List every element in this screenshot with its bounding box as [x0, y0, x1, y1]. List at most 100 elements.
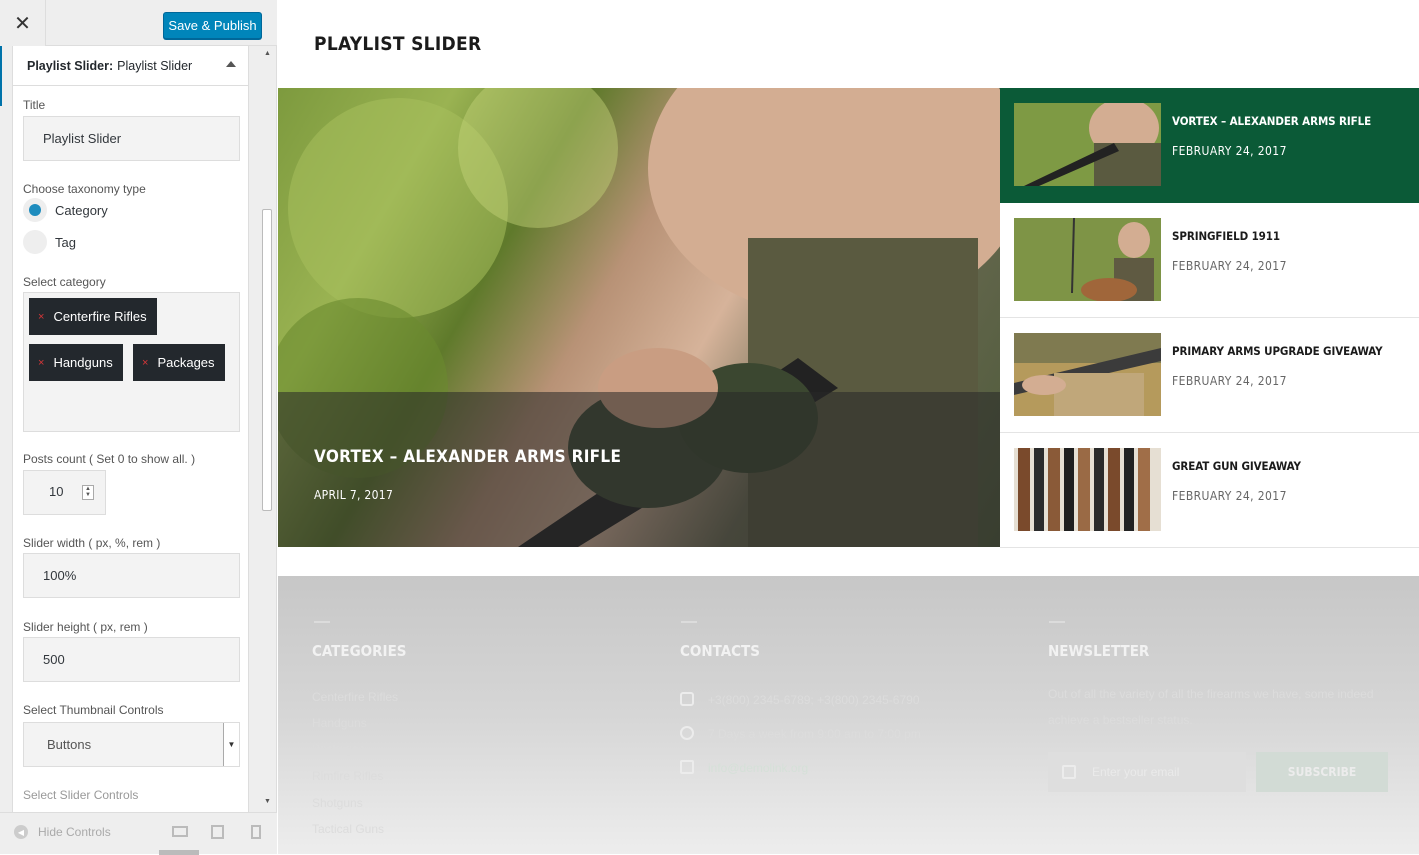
footer-link[interactable]: Handguns — [312, 716, 367, 730]
footer-divider — [314, 621, 330, 623]
thumbnail-controls-value: Buttons — [47, 737, 92, 752]
scrollbar-thumb[interactable] — [262, 209, 272, 511]
category-tag-label: Handguns — [53, 355, 113, 370]
desktop-icon[interactable] — [172, 826, 188, 837]
collapse-left-icon: ◀ — [14, 825, 28, 839]
mobile-icon[interactable] — [251, 825, 261, 839]
slider-height-input[interactable]: 500 — [23, 637, 240, 682]
remove-tag-icon[interactable]: × — [38, 311, 44, 323]
radio-tag[interactable]: Tag — [23, 230, 76, 254]
radio-tag-label: Tag — [55, 234, 76, 250]
playlist-item-date: FEBRUARY 24, 2017 — [1172, 374, 1287, 388]
categories-heading: CATEGORIES — [312, 642, 407, 660]
playlist-item-date: FEBRUARY 24, 2017 — [1172, 489, 1287, 503]
playlist-item-title: VORTEX – ALEXANDER ARMS RIFLE — [1172, 114, 1372, 128]
hide-controls-button[interactable]: ◀ Hide Controls — [14, 825, 111, 839]
customizer-footer: ◀ Hide Controls — [0, 812, 277, 855]
close-icon: ✕ — [14, 12, 31, 35]
footer-divider — [681, 621, 697, 623]
playlist-item-title: GREAT GUN GIVEAWAY — [1172, 459, 1301, 473]
contact-phone: +3(800) 2345-6789; +3(800) 2345-6790 — [708, 693, 920, 707]
category-tag-label: Centerfire Rifles — [53, 309, 147, 324]
newsletter-text: Out of all the variety of all the firear… — [1048, 687, 1374, 701]
customizer-header: ✕ Save & Publish — [0, 0, 277, 46]
contacts-heading: CONTACTS — [680, 642, 760, 660]
contact-email[interactable]: info@demolink.org — [708, 761, 808, 775]
scroll-down-icon[interactable]: ▼ — [264, 798, 271, 805]
newsletter-heading: NEWSLETTER — [1048, 642, 1150, 660]
playlist-item[interactable]: SPRINGFIELD 1911 FEBRUARY 24, 2017 — [1000, 203, 1419, 318]
thumbnail-controls-label: Select Thumbnail Controls — [23, 703, 164, 717]
subscribe-button[interactable]: SUBSCRIBE — [1256, 752, 1388, 792]
title-input[interactable]: Playlist Slider — [23, 116, 240, 161]
playlist: VORTEX – ALEXANDER ARMS RIFLE FEBRUARY 2… — [1000, 88, 1419, 548]
category-label: Select category — [23, 275, 106, 289]
taxonomy-label: Choose taxonomy type — [23, 182, 146, 196]
category-tag[interactable]: × Packages — [133, 344, 225, 381]
chevron-down-icon: ▼ — [223, 723, 239, 766]
site-preview: PLAYLIST SLIDER VORTEX – ALEXANDER ARMS … — [278, 0, 1419, 854]
radio-checked-icon — [23, 198, 47, 222]
slider-controls-label: Select Slider Controls — [23, 788, 139, 802]
playlist-thumbnail — [1014, 448, 1161, 531]
newsletter-text: achieve a bestseller status. — [1048, 713, 1193, 727]
save-publish-button[interactable]: Save & Publish — [163, 12, 262, 39]
clock-icon — [680, 726, 694, 740]
playlist-item-date: FEBRUARY 24, 2017 — [1172, 144, 1287, 158]
page-title: PLAYLIST SLIDER — [314, 33, 482, 55]
posts-count-stepper[interactable]: 10 ▲ ▼ — [23, 470, 106, 515]
slider-width-input[interactable]: 100% — [23, 553, 240, 598]
playlist-item-title: PRIMARY ARMS UPGRADE GIVEAWAY — [1172, 344, 1383, 358]
widget-panel: Playlist Slider: Playlist Slider Title P… — [12, 46, 249, 812]
widget-type: Playlist Slider: — [27, 58, 114, 73]
posts-count-label: Posts count ( Set 0 to show all. ) — [23, 452, 196, 466]
playlist-item[interactable]: GREAT GUN GIVEAWAY FEBRUARY 24, 2017 — [1000, 433, 1419, 548]
stepper-arrows-icon[interactable]: ▲ ▼ — [82, 485, 94, 500]
playlist-thumbnail — [1014, 333, 1161, 416]
footer-link[interactable]: Packages — [312, 742, 365, 756]
playlist-thumbnail — [1014, 103, 1161, 186]
widget-name: Playlist Slider — [117, 58, 193, 73]
customizer-scroll-area: Playlist Slider: Playlist Slider Title P… — [0, 46, 277, 812]
remove-tag-icon[interactable]: × — [142, 357, 148, 369]
footer-link[interactable]: Shotguns — [312, 796, 363, 810]
thumbnail-controls-select[interactable]: Buttons ▼ — [23, 722, 240, 767]
category-tag[interactable]: × Centerfire Rifles — [29, 298, 157, 335]
tablet-icon[interactable] — [211, 825, 224, 839]
footer-link[interactable]: Centerfire Rifles — [312, 690, 398, 704]
remove-tag-icon[interactable]: × — [38, 357, 44, 369]
slide-date: APRIL 7, 2017 — [314, 488, 394, 502]
collapse-arrow-icon[interactable] — [226, 61, 236, 67]
radio-category[interactable]: Category — [23, 198, 108, 222]
posts-count-value: 10 — [49, 484, 64, 499]
category-select-box[interactable]: × Centerfire Rifles × Handguns × Package… — [23, 292, 240, 432]
newsletter-email-input[interactable]: Enter your email — [1048, 752, 1246, 792]
playlist-item[interactable]: PRIMARY ARMS UPGRADE GIVEAWAY FEBRUARY 2… — [1000, 318, 1419, 433]
slider-height-label: Slider height ( px, rem ) — [23, 620, 148, 634]
slide-title[interactable]: VORTEX – ALEXANDER ARMS RIFLE — [314, 447, 621, 467]
slide-caption: VORTEX – ALEXANDER ARMS RIFLE APRIL 7, 2… — [278, 392, 1000, 547]
envelope-icon — [1062, 765, 1076, 779]
title-label: Title — [23, 98, 46, 112]
close-customizer-button[interactable]: ✕ — [0, 0, 46, 46]
radio-category-label: Category — [55, 202, 108, 218]
site-footer: CATEGORIES Centerfire Rifles Handguns Pa… — [278, 576, 1419, 854]
category-tag-label: Packages — [157, 355, 215, 370]
category-tag[interactable]: × Handguns — [29, 344, 123, 381]
scroll-up-icon[interactable]: ▲ — [264, 50, 271, 57]
newsletter-placeholder: Enter your email — [1092, 765, 1180, 779]
playlist-item-title: SPRINGFIELD 1911 — [1172, 229, 1280, 243]
playlist-item-date: FEBRUARY 24, 2017 — [1172, 259, 1287, 273]
widget-header[interactable]: Playlist Slider: Playlist Slider — [13, 46, 248, 86]
footer-divider — [1049, 621, 1065, 623]
sidebar-scrollbar[interactable]: ▲ ▼ — [260, 46, 274, 812]
phone-icon — [680, 692, 694, 706]
hide-controls-label: Hide Controls — [38, 825, 111, 839]
main-slide[interactable]: VORTEX – ALEXANDER ARMS RIFLE APRIL 7, 2… — [278, 88, 1000, 547]
footer-link[interactable]: Rimfire Rifles — [312, 769, 383, 783]
footer-link[interactable]: Tactical Guns — [312, 822, 384, 836]
slider-width-label: Slider width ( px, %, rem ) — [23, 536, 161, 550]
envelope-icon — [680, 760, 694, 774]
contact-hours: 7 Days a week from 9:00 am to 7:00 pm — [708, 727, 921, 741]
playlist-item[interactable]: VORTEX – ALEXANDER ARMS RIFLE FEBRUARY 2… — [1000, 88, 1419, 203]
